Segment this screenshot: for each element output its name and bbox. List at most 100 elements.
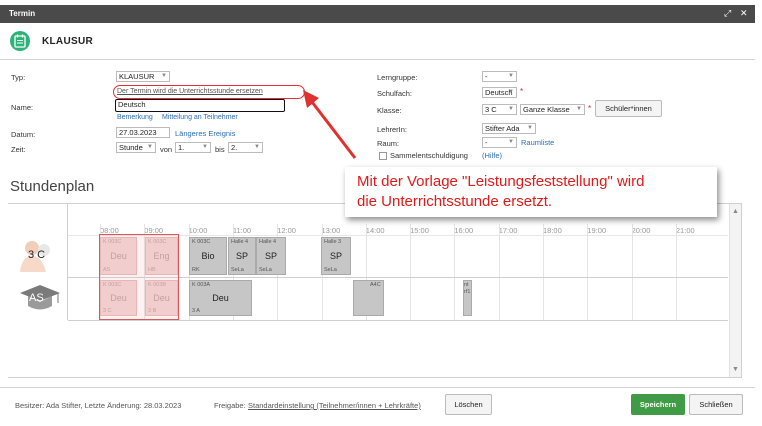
lesson-subject: SP: [264, 251, 277, 261]
hour-label: 13:00: [321, 226, 341, 235]
chevron-down-icon: ▼: [508, 139, 514, 145]
klasse-mode-value: Ganze Klasse: [523, 105, 570, 114]
chevron-down-icon: ▼: [508, 106, 514, 112]
hilfe-link[interactable]: (Hilfe): [482, 151, 502, 160]
bis-value: 2.: [231, 143, 238, 152]
von-select[interactable]: 1. ▼: [175, 142, 211, 153]
lesson-room: nt: [464, 282, 469, 288]
hour-label: 19:00: [587, 226, 607, 235]
replaced-lessons-overlay: [99, 234, 179, 320]
hour-label: 17:00: [498, 226, 518, 235]
typ-select[interactable]: KLAUSUR ▼: [116, 71, 170, 82]
schueler-button[interactable]: Schüler*innen: [595, 100, 662, 117]
hour-label: 15:00: [410, 226, 429, 235]
lesson-block[interactable]: A4C: [353, 280, 384, 316]
typ-value: KLAUSUR: [119, 72, 155, 81]
lesson-room: K 003C: [192, 239, 211, 245]
freigabe-label: Freigabe:: [214, 401, 246, 410]
lesson-room: A4C: [370, 282, 381, 288]
lesson-subject: SP: [235, 251, 248, 261]
chevron-down-icon: ▼: [527, 125, 533, 131]
von-value: 1.: [178, 143, 185, 152]
hour-label: 11:00: [232, 226, 252, 235]
mitteilung-link[interactable]: Mitteilung an Teilnehmer: [162, 114, 238, 121]
scroll-up-icon[interactable]: ▲: [732, 208, 739, 215]
callout-line-1: Mit der Vorlage "Leistungsfeststellung" …: [357, 173, 645, 190]
termin-dialog: Termin ⤢ ✕ KLAUSUR Typ: KLAUSUR ▼ Der Ter…: [0, 0, 762, 426]
bemerkung-link[interactable]: Bemerkung: [117, 114, 153, 121]
lesson-block[interactable]: K 003A Deu 3 A: [189, 280, 252, 316]
chevron-down-icon: ▼: [161, 73, 167, 79]
raumliste-link[interactable]: Raumliste: [521, 138, 554, 147]
lerngruppe-select[interactable]: - ▼: [482, 71, 517, 82]
lesson-subject: Bio: [201, 251, 215, 261]
lesson-subject: Deu: [212, 293, 229, 303]
lesson-teacher: 3 A: [192, 308, 200, 314]
lesson-teacher: SeLa: [259, 267, 272, 273]
scroll-down-icon[interactable]: ▼: [732, 366, 739, 373]
klasse-label: Klasse:: [377, 106, 402, 115]
bis-select[interactable]: 2. ▼: [228, 142, 263, 153]
row-divider: [68, 320, 728, 321]
timetable-scrollbar[interactable]: ▲ ▼: [729, 204, 741, 377]
row-label-class: 3 C: [16, 238, 60, 274]
sammel-label: Sammelentschuldigung: [390, 151, 468, 160]
raum-label: Raum:: [377, 139, 400, 148]
chevron-down-icon: ▼: [254, 144, 260, 150]
hour-gridline: [587, 224, 589, 320]
datum-input[interactable]: 27.03.2023: [116, 127, 170, 138]
lesson-room: Halle 4: [259, 239, 277, 245]
lesson-block[interactable]: K 003C Bio RK: [189, 237, 227, 275]
required-mark: *: [588, 104, 592, 113]
lesson-room: K 003A: [192, 282, 211, 288]
callout-line-2: die Unterrichtsstunde ersetzt.: [357, 193, 553, 210]
chevron-down-icon: ▼: [147, 144, 153, 150]
lesson-block[interactable]: Halle 4 SP SeLa: [256, 237, 286, 275]
row-label-teacher: AS: [18, 281, 62, 317]
lesson-teacher: SeLa: [231, 267, 244, 273]
sammel-checkbox[interactable]: [379, 152, 387, 160]
typ-label: Typ:: [11, 73, 26, 82]
zeit-mode-value: Stunde: [119, 143, 143, 152]
window-titlebar: Termin ⤢ ✕: [0, 5, 755, 23]
lesson-teacher: rf1: [464, 289, 471, 295]
close-button[interactable]: Schließen: [689, 394, 743, 415]
lerngruppe-value: -: [485, 72, 488, 81]
lehrerin-label: LehrerIn:: [377, 125, 408, 134]
klasse-mode-select[interactable]: Ganze Klasse ▼: [520, 104, 585, 115]
schulfach-select[interactable]: Deutsch ▼: [482, 87, 517, 98]
freigabe-link[interactable]: Standardeinstellung (Teilnehmer/innen + …: [248, 401, 421, 410]
schulfach-label: Schulfach:: [377, 89, 413, 98]
lesson-subject: SP: [329, 251, 342, 261]
lehrerin-select[interactable]: Stifter Ada ▼: [482, 123, 536, 134]
zeit-mode-select[interactable]: Stunde ▼: [116, 142, 156, 153]
row-label-text: AS: [29, 292, 44, 304]
hour-label: 12:00: [277, 226, 296, 235]
klasse-select[interactable]: 3 C ▼: [482, 104, 517, 115]
lesson-block[interactable]: Halle 4 SP SeLa: [228, 237, 256, 275]
lesson-teacher: RK: [192, 267, 200, 273]
lesson-room: Halle 4: [231, 239, 249, 245]
raum-value: -: [485, 138, 488, 147]
lesson-teacher: SeLa: [324, 267, 337, 273]
save-button[interactable]: Speichern: [631, 394, 685, 415]
zeit-label: Zeit:: [11, 145, 26, 154]
raum-select[interactable]: - ▼: [482, 137, 517, 148]
bis-label: bis: [215, 145, 225, 154]
hour-label: 10:00: [188, 226, 208, 235]
delete-button[interactable]: Löschen: [445, 394, 492, 415]
lesson-block[interactable]: nt rf1: [463, 280, 472, 316]
lesson-block[interactable]: Halle 3 SP SeLa: [321, 237, 351, 275]
hour-label: 14:00: [365, 226, 385, 235]
laengeres-ereignis-link[interactable]: Längeres Ereignis: [175, 129, 235, 138]
datum-label: Datum:: [11, 130, 36, 139]
page-title: KLAUSUR: [42, 36, 93, 47]
hour-label: 20:00: [631, 226, 651, 235]
chevron-down-icon: ▼: [576, 106, 582, 112]
hour-gridline: [675, 224, 677, 320]
hour-label: 18:00: [543, 226, 562, 235]
close-icon[interactable]: ✕: [740, 8, 748, 19]
expand-icon[interactable]: ⤢: [724, 8, 731, 19]
chevron-down-icon: ▼: [508, 73, 514, 79]
hour-gridline: [631, 224, 633, 320]
